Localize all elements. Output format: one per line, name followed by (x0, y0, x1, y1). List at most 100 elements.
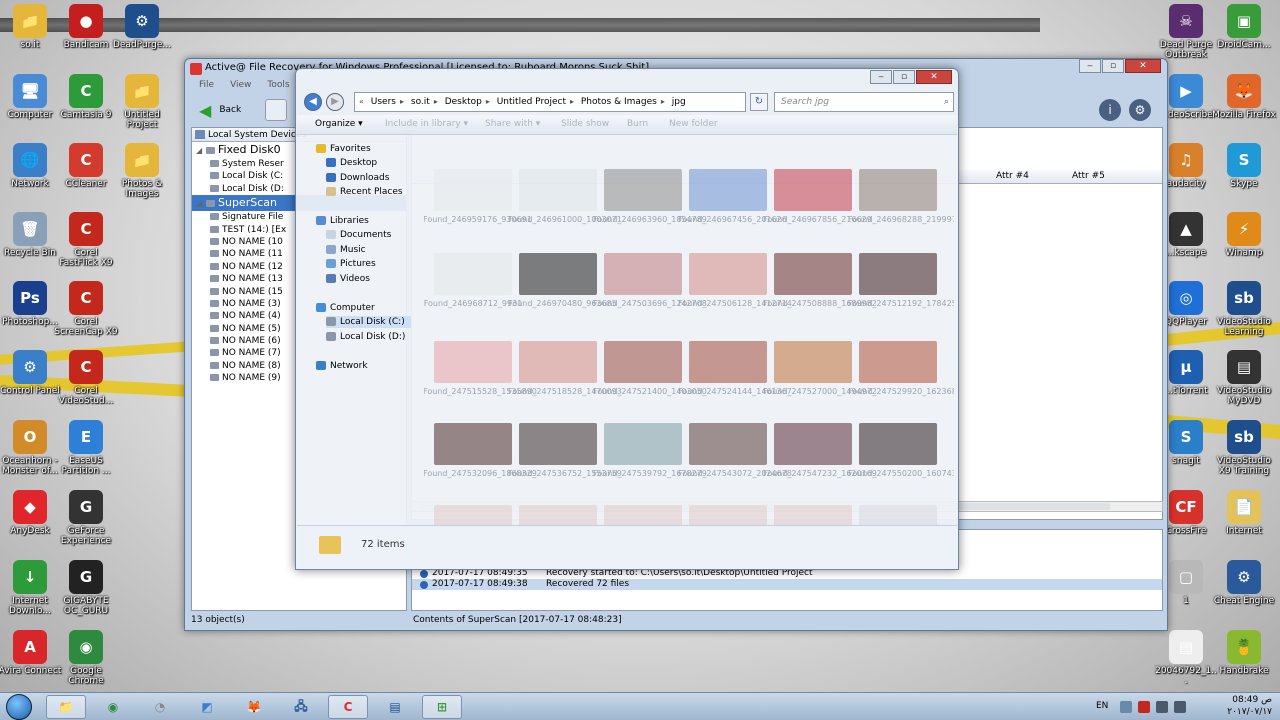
taskbar-recovery-button[interactable]: ⊞ (422, 695, 462, 719)
nav-local-disk-d[interactable]: Local Disk (D:) (326, 331, 405, 343)
close-button[interactable]: ✕ (916, 70, 952, 84)
desktop-icon-droidcam[interactable]: ▣ DroidCam... (1212, 4, 1276, 50)
taskbar-network-button[interactable]: 🖧 (281, 695, 321, 719)
desktop-icon-skype[interactable]: S Skype (1212, 143, 1276, 189)
breadcrumb-users[interactable]: Users (371, 97, 396, 107)
desktop-icon-videostudio-x9-training[interactable]: sb VideoStudio X9 Training (1212, 420, 1276, 476)
breadcrumb-user[interactable]: so.it (411, 97, 430, 107)
refresh-icon[interactable]: ↻ (750, 93, 768, 111)
scan-tool-button[interactable] (265, 99, 288, 121)
desktop-icon-geforce-experience[interactable]: G GeForce Experience (54, 490, 118, 546)
desktop-icon-google-chrome[interactable]: ◉ Google Chrome (54, 630, 118, 686)
image-thumbnail[interactable] (774, 169, 852, 211)
image-thumbnail[interactable] (774, 505, 852, 527)
nav-music[interactable]: Music (326, 244, 366, 256)
desktop-icon-internet-downlo[interactable]: ↓ Internet Downlo... (0, 560, 62, 616)
maximize-button[interactable]: ▫ (893, 70, 915, 84)
nav-computer[interactable]: Computer (316, 302, 375, 314)
clock[interactable]: 08:49 ص ٢٠١٧/٠٧/١٧ (1227, 694, 1272, 718)
image-thumbnail[interactable] (519, 423, 597, 465)
back-button[interactable]: Back (219, 105, 241, 115)
log-row[interactable]: 2017-07-17 08:49:38 Recovered 72 files (412, 579, 1162, 590)
desktop-icon-internet[interactable]: 📄 Internet (1212, 490, 1276, 536)
forward-nav-button[interactable]: ▶ (326, 93, 344, 111)
close-button[interactable]: ✕ (1125, 59, 1161, 73)
nav-recent-places[interactable]: Recent Places (326, 186, 403, 198)
column-attr5[interactable]: Attr #5 (1072, 171, 1105, 181)
expand-icon[interactable]: ◢ (196, 196, 206, 211)
organize-button[interactable]: Organize ▾ (315, 119, 363, 129)
desktop-icon-handbrake[interactable]: 🍍 Handbrake (1212, 630, 1276, 676)
taskbar-app-button[interactable]: ◩ (187, 695, 227, 719)
share-with-button[interactable]: Share with ▾ (485, 119, 540, 129)
desktop-icon-mozilla-firefox[interactable]: 🦊 Mozilla Firefox (1212, 74, 1276, 120)
nav-local-disk-c[interactable]: Local Disk (C:) (326, 316, 411, 328)
image-thumbnail[interactable] (519, 505, 597, 527)
address-bar[interactable]: « Users ▸ so.it ▸ Desktop ▸ Untitled Projec… (354, 92, 746, 112)
image-thumbnail[interactable] (519, 341, 597, 383)
breadcrumb-desktop[interactable]: Desktop (445, 97, 482, 107)
desktop-icon-winamp[interactable]: ⚡ Winamp (1212, 212, 1276, 258)
taskbar-bandicam-button[interactable]: ▤ (375, 695, 415, 719)
file-thumbnail-grid[interactable]: Found_246959176_930691 Found_246961000_10… (424, 157, 954, 527)
image-thumbnail[interactable] (689, 253, 767, 295)
include-in-library-button[interactable]: Include in library ▾ (385, 119, 468, 129)
info-icon[interactable]: i (1099, 99, 1121, 121)
desktop-icon-corel-fastflick-x9[interactable]: C Corel FastFlick X9 (54, 212, 118, 268)
navigation-pane[interactable]: Favorites Desktop Downloads Recent Place… (302, 139, 420, 531)
gear-icon[interactable]: ⚙ (1129, 99, 1151, 121)
nav-desktop[interactable]: Desktop (326, 157, 377, 169)
image-thumbnail[interactable] (774, 253, 852, 295)
image-thumbnail[interactable] (519, 253, 597, 295)
volume-icon[interactable] (1156, 701, 1168, 713)
desktop-icon-photos-images[interactable]: 📁 Photos & Images (110, 143, 174, 199)
network-status-icon[interactable] (1174, 701, 1186, 713)
image-thumbnail[interactable] (434, 169, 512, 211)
desktop-icon-bandicam[interactable]: ● Bandicam (54, 4, 118, 50)
desktop-icon-avira-connect[interactable]: A Avira Connect (0, 630, 62, 676)
desktop-icon-corel-screencap-x9[interactable]: C Corel ScreenCap X9 (54, 281, 118, 337)
image-thumbnail[interactable] (774, 423, 852, 465)
search-input[interactable]: Search jpg ⌕ (774, 92, 954, 112)
image-thumbnail[interactable] (689, 341, 767, 383)
menu-tools[interactable]: Tools (267, 80, 289, 96)
image-thumbnail[interactable] (689, 169, 767, 211)
breadcrumb-project[interactable]: Untitled Project (497, 97, 566, 107)
image-thumbnail[interactable] (434, 341, 512, 383)
image-thumbnail[interactable] (434, 423, 512, 465)
minimize-button[interactable]: ‒ (870, 70, 892, 84)
nav-pictures[interactable]: Pictures (326, 258, 376, 270)
desktop-icon-20046792-1[interactable]: ▤ 20046792_1... (1154, 630, 1218, 686)
image-thumbnail[interactable] (519, 169, 597, 211)
image-thumbnail[interactable] (859, 169, 937, 211)
image-thumbnail[interactable] (774, 341, 852, 383)
image-thumbnail[interactable] (859, 505, 937, 527)
image-thumbnail[interactable] (604, 341, 682, 383)
desktop-icon-control-panel[interactable]: ⚙ Control Panel (0, 350, 62, 396)
breadcrumb-overflow-icon[interactable]: « (359, 97, 364, 106)
desktop-icon-computer[interactable]: 🖥 Computer (0, 74, 62, 120)
tray-app-icon[interactable] (1138, 701, 1150, 713)
image-thumbnail[interactable] (434, 505, 512, 527)
image-thumbnail[interactable] (604, 505, 682, 527)
desktop-icon-deadpurge[interactable]: ⚙ DeadPurge... (110, 4, 174, 50)
desktop-icon-photoshop[interactable]: Ps Photoshop... (0, 281, 62, 327)
breadcrumb-jpg[interactable]: jpg (672, 97, 686, 107)
image-thumbnail[interactable] (604, 253, 682, 295)
desktop-icon-untitled-project[interactable]: 📁 Untitled Project (110, 74, 174, 130)
tray-arrow-icon[interactable] (1120, 701, 1132, 713)
desktop-icon-easeus-partition[interactable]: E EaseUS Partition ... (54, 420, 118, 476)
desktop-icon-gigabyte-oc-guru[interactable]: G GIGABYTE OC_GURU (54, 560, 118, 616)
taskbar-speedtest-button[interactable]: ◔ (140, 695, 180, 719)
nav-network[interactable]: Network (316, 360, 368, 372)
image-thumbnail[interactable] (859, 423, 937, 465)
nav-favorites[interactable]: Favorites (316, 143, 371, 155)
expand-icon[interactable]: ◢ (196, 143, 206, 158)
maximize-button[interactable]: ▫ (1102, 59, 1124, 73)
nav-videos[interactable]: Videos (326, 273, 370, 285)
taskbar-camtasia-button[interactable]: C (328, 695, 368, 719)
desktop-icon-anydesk[interactable]: ◆ AnyDesk (0, 490, 62, 536)
menu-file[interactable]: File (199, 80, 214, 96)
image-thumbnail[interactable] (859, 341, 937, 383)
image-thumbnail[interactable] (604, 423, 682, 465)
